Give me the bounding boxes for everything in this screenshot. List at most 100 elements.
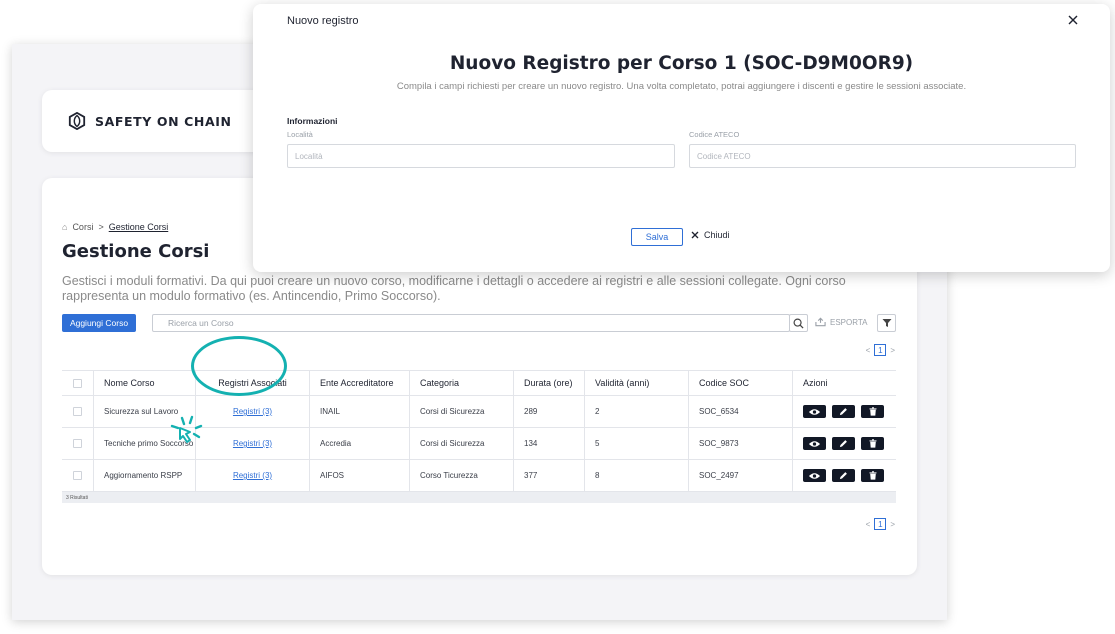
search-icon <box>793 318 804 329</box>
pagination-next[interactable]: > <box>890 520 895 529</box>
eye-icon <box>808 440 821 447</box>
trash-icon <box>869 471 876 480</box>
pencil-icon <box>839 440 847 448</box>
close-label: Chiudi <box>704 230 730 240</box>
ente-cell: Accredia <box>310 428 410 459</box>
pagination-page[interactable]: 1 <box>874 344 887 356</box>
breadcrumb-current: Gestione Corsi <box>108 222 169 232</box>
categoria-cell: Corso Ticurezza <box>410 460 514 491</box>
registri-link[interactable]: Registri (3) <box>233 471 272 480</box>
search-input[interactable]: Ricerca un Corso <box>152 314 790 332</box>
eye-icon <box>808 408 821 415</box>
column-header[interactable]: Categoria <box>410 371 514 395</box>
pencil-icon <box>839 472 847 480</box>
row-checkbox[interactable] <box>73 439 82 448</box>
durata-cell: 289 <box>514 396 585 427</box>
close-button[interactable]: Chiudi <box>691 230 730 240</box>
table-row: Aggiornamento RSPP Registri (3) AIFOS Co… <box>62 460 896 492</box>
breadcrumb: ⌂ Corsi > Gestione Corsi <box>62 222 168 232</box>
trash-icon <box>869 439 876 448</box>
ateco-label: Codice ATECO <box>689 130 740 139</box>
registri-cell: Registri (3) <box>196 428 310 459</box>
pagination-page[interactable]: 1 <box>874 518 887 530</box>
export-icon <box>815 317 826 327</box>
edit-button[interactable] <box>832 469 855 482</box>
row-checkbox[interactable] <box>73 407 82 416</box>
highlight-circle <box>191 336 287 396</box>
categoria-cell: Corsi di Sicurezza <box>410 428 514 459</box>
column-header: Azioni <box>803 378 828 388</box>
delete-button[interactable] <box>861 469 884 482</box>
trash-icon <box>869 407 876 416</box>
filter-button[interactable] <box>877 314 896 332</box>
results-count: 3 Risultati <box>62 492 896 503</box>
column-header[interactable]: Durata (ore) <box>514 371 585 395</box>
validita-cell: 5 <box>585 428 689 459</box>
click-burst-icon <box>170 415 203 443</box>
registri-cell: Registri (3) <box>196 396 310 427</box>
actions-cell <box>793 428 896 459</box>
registri-cell: Registri (3) <box>196 460 310 491</box>
ateco-field[interactable]: Codice ATECO <box>689 144 1076 168</box>
view-button[interactable] <box>803 437 826 450</box>
durata-cell: 377 <box>514 460 585 491</box>
modal-title: Nuovo Registro per Corso 1 (SOC-D9M0OR9) <box>449 53 914 74</box>
row-checkbox[interactable] <box>73 471 82 480</box>
pagination-next[interactable]: > <box>890 346 895 355</box>
brand-card: SAFETY ON CHAIN <box>42 90 282 152</box>
modal-header: Nuovo registro <box>287 15 359 27</box>
registri-link[interactable]: Registri (3) <box>233 407 272 416</box>
table-header: Nome Corso Registri Associati Ente Accre… <box>62 371 896 396</box>
column-header[interactable]: Nome Corso <box>94 371 196 395</box>
page-description: Gestisci i moduli formativi. Da qui puoi… <box>62 274 846 303</box>
column-header[interactable]: Validità (anni) <box>585 371 689 395</box>
row-select <box>62 460 94 491</box>
column-header[interactable]: Codice SOC <box>689 371 793 395</box>
page-title: Gestione Corsi <box>62 241 210 262</box>
delete-button[interactable] <box>861 405 884 418</box>
ente-cell: INAIL <box>310 396 410 427</box>
course-name: Aggiornamento RSPP <box>94 460 196 491</box>
search-button[interactable] <box>789 314 808 332</box>
ente-cell: AIFOS <box>310 460 410 491</box>
delete-button[interactable] <box>861 437 884 450</box>
view-button[interactable] <box>803 469 826 482</box>
view-button[interactable] <box>803 405 826 418</box>
home-icon[interactable]: ⌂ <box>62 222 67 232</box>
categoria-cell: Corsi di Sicurezza <box>410 396 514 427</box>
row-select <box>62 396 94 427</box>
codice-cell: SOC_2497 <box>689 460 793 491</box>
pagination-prev[interactable]: < <box>866 520 871 529</box>
select-all-checkbox[interactable] <box>73 378 82 388</box>
codice-cell: SOC_9873 <box>689 428 793 459</box>
validita-cell: 2 <box>585 396 689 427</box>
localita-field[interactable]: Località <box>287 144 675 168</box>
actions-cell <box>793 396 896 427</box>
filter-icon <box>882 319 891 327</box>
save-button[interactable]: Salva <box>631 228 683 246</box>
add-course-button[interactable]: Aggiungi Corso <box>62 314 136 332</box>
logo-icon <box>68 112 86 130</box>
pencil-icon <box>839 408 847 416</box>
breadcrumb-separator: > <box>98 222 104 232</box>
codice-cell: SOC_6534 <box>689 396 793 427</box>
actions-cell <box>793 460 896 491</box>
pagination-bottom: < 1 > <box>866 518 895 530</box>
durata-cell: 134 <box>514 428 585 459</box>
edit-button[interactable] <box>832 437 855 450</box>
pagination-top: < 1 > <box>866 344 895 356</box>
breadcrumb-root[interactable]: Corsi <box>72 222 93 232</box>
header-select-all <box>62 371 94 395</box>
toolbar: Aggiungi Corso Ricerca un Corso ESPORTA <box>62 314 896 332</box>
close-icon[interactable] <box>1065 12 1081 28</box>
brand-name: SAFETY ON CHAIN <box>95 113 232 129</box>
edit-button[interactable] <box>832 405 855 418</box>
new-register-modal: Nuovo registro Nuovo Registro per Corso … <box>253 4 1110 272</box>
section-label: Informazioni <box>287 116 338 126</box>
export-button[interactable]: ESPORTA <box>815 317 868 327</box>
localita-label: Località <box>287 130 313 139</box>
pagination-prev[interactable]: < <box>866 346 871 355</box>
validita-cell: 8 <box>585 460 689 491</box>
column-header[interactable]: Ente Accreditatore <box>310 371 410 395</box>
registri-link[interactable]: Registri (3) <box>233 439 272 448</box>
